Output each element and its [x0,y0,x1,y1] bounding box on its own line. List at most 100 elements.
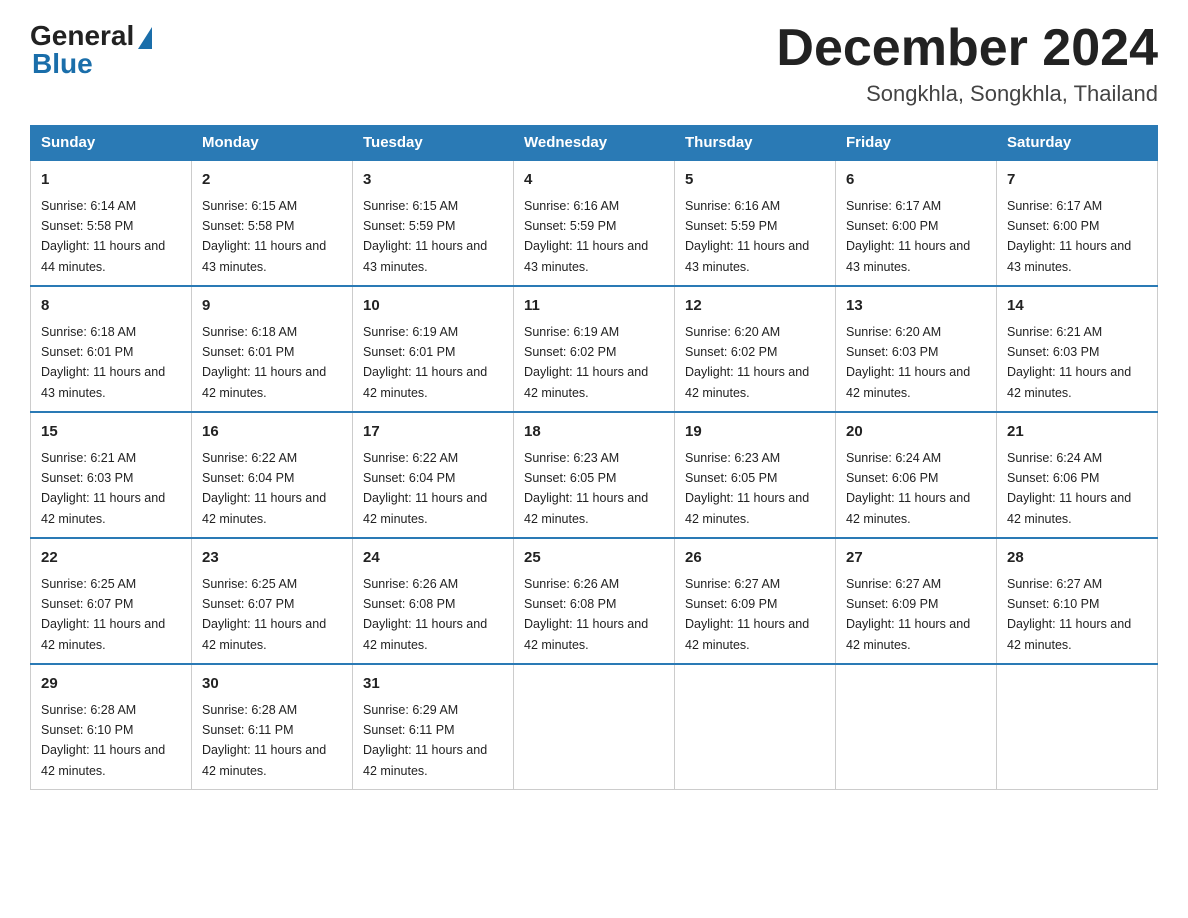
calendar-header-thursday: Thursday [675,126,836,161]
calendar-week-row: 1 Sunrise: 6:14 AMSunset: 5:58 PMDayligh… [31,160,1158,286]
day-number: 21 [1007,421,1147,444]
day-number: 26 [685,547,825,570]
day-info: Sunrise: 6:28 AMSunset: 6:11 PMDaylight:… [202,703,326,778]
calendar-cell: 2 Sunrise: 6:15 AMSunset: 5:58 PMDayligh… [192,160,353,286]
calendar-header-friday: Friday [836,126,997,161]
calendar-week-row: 29 Sunrise: 6:28 AMSunset: 6:10 PMDaylig… [31,664,1158,790]
calendar-cell [836,664,997,790]
calendar-cell: 15 Sunrise: 6:21 AMSunset: 6:03 PMDaylig… [31,412,192,538]
day-number: 22 [41,547,181,570]
day-info: Sunrise: 6:16 AMSunset: 5:59 PMDaylight:… [685,199,809,274]
day-number: 6 [846,169,986,192]
day-info: Sunrise: 6:27 AMSunset: 6:09 PMDaylight:… [685,577,809,652]
calendar-cell: 19 Sunrise: 6:23 AMSunset: 6:05 PMDaylig… [675,412,836,538]
day-info: Sunrise: 6:23 AMSunset: 6:05 PMDaylight:… [524,451,648,526]
calendar-cell: 23 Sunrise: 6:25 AMSunset: 6:07 PMDaylig… [192,538,353,664]
calendar-header-monday: Monday [192,126,353,161]
page-header: General Blue December 2024 Songkhla, Son… [30,20,1158,107]
calendar-cell [675,664,836,790]
calendar-cell: 30 Sunrise: 6:28 AMSunset: 6:11 PMDaylig… [192,664,353,790]
logo-blue-text: Blue [30,48,93,80]
day-number: 17 [363,421,503,444]
calendar-cell: 8 Sunrise: 6:18 AMSunset: 6:01 PMDayligh… [31,286,192,412]
day-number: 18 [524,421,664,444]
day-info: Sunrise: 6:20 AMSunset: 6:02 PMDaylight:… [685,325,809,400]
calendar-cell: 20 Sunrise: 6:24 AMSunset: 6:06 PMDaylig… [836,412,997,538]
calendar-cell: 4 Sunrise: 6:16 AMSunset: 5:59 PMDayligh… [514,160,675,286]
calendar-cell: 9 Sunrise: 6:18 AMSunset: 6:01 PMDayligh… [192,286,353,412]
day-number: 4 [524,169,664,192]
calendar-cell: 3 Sunrise: 6:15 AMSunset: 5:59 PMDayligh… [353,160,514,286]
day-number: 2 [202,169,342,192]
calendar-week-row: 15 Sunrise: 6:21 AMSunset: 6:03 PMDaylig… [31,412,1158,538]
day-info: Sunrise: 6:19 AMSunset: 6:02 PMDaylight:… [524,325,648,400]
day-info: Sunrise: 6:21 AMSunset: 6:03 PMDaylight:… [41,451,165,526]
day-info: Sunrise: 6:15 AMSunset: 5:59 PMDaylight:… [363,199,487,274]
calendar-cell: 28 Sunrise: 6:27 AMSunset: 6:10 PMDaylig… [997,538,1158,664]
day-info: Sunrise: 6:26 AMSunset: 6:08 PMDaylight:… [363,577,487,652]
day-number: 29 [41,673,181,696]
day-info: Sunrise: 6:25 AMSunset: 6:07 PMDaylight:… [41,577,165,652]
day-number: 30 [202,673,342,696]
logo: General Blue [30,20,152,80]
calendar-table: SundayMondayTuesdayWednesdayThursdayFrid… [30,125,1158,790]
month-title: December 2024 [776,20,1158,77]
day-number: 24 [363,547,503,570]
calendar-cell [514,664,675,790]
day-info: Sunrise: 6:27 AMSunset: 6:10 PMDaylight:… [1007,577,1131,652]
day-info: Sunrise: 6:24 AMSunset: 6:06 PMDaylight:… [1007,451,1131,526]
location-title: Songkhla, Songkhla, Thailand [776,81,1158,107]
calendar-header-tuesday: Tuesday [353,126,514,161]
calendar-cell: 21 Sunrise: 6:24 AMSunset: 6:06 PMDaylig… [997,412,1158,538]
day-info: Sunrise: 6:16 AMSunset: 5:59 PMDaylight:… [524,199,648,274]
title-block: December 2024 Songkhla, Songkhla, Thaila… [776,20,1158,107]
day-info: Sunrise: 6:27 AMSunset: 6:09 PMDaylight:… [846,577,970,652]
day-number: 28 [1007,547,1147,570]
calendar-cell: 22 Sunrise: 6:25 AMSunset: 6:07 PMDaylig… [31,538,192,664]
day-info: Sunrise: 6:24 AMSunset: 6:06 PMDaylight:… [846,451,970,526]
calendar-header-row: SundayMondayTuesdayWednesdayThursdayFrid… [31,126,1158,161]
day-info: Sunrise: 6:22 AMSunset: 6:04 PMDaylight:… [202,451,326,526]
calendar-cell: 26 Sunrise: 6:27 AMSunset: 6:09 PMDaylig… [675,538,836,664]
calendar-cell: 29 Sunrise: 6:28 AMSunset: 6:10 PMDaylig… [31,664,192,790]
calendar-cell: 10 Sunrise: 6:19 AMSunset: 6:01 PMDaylig… [353,286,514,412]
calendar-header-wednesday: Wednesday [514,126,675,161]
day-info: Sunrise: 6:28 AMSunset: 6:10 PMDaylight:… [41,703,165,778]
calendar-header-sunday: Sunday [31,126,192,161]
calendar-cell: 12 Sunrise: 6:20 AMSunset: 6:02 PMDaylig… [675,286,836,412]
day-info: Sunrise: 6:22 AMSunset: 6:04 PMDaylight:… [363,451,487,526]
calendar-cell: 14 Sunrise: 6:21 AMSunset: 6:03 PMDaylig… [997,286,1158,412]
day-number: 19 [685,421,825,444]
day-number: 15 [41,421,181,444]
calendar-cell: 17 Sunrise: 6:22 AMSunset: 6:04 PMDaylig… [353,412,514,538]
day-info: Sunrise: 6:23 AMSunset: 6:05 PMDaylight:… [685,451,809,526]
day-number: 5 [685,169,825,192]
calendar-week-row: 8 Sunrise: 6:18 AMSunset: 6:01 PMDayligh… [31,286,1158,412]
day-info: Sunrise: 6:18 AMSunset: 6:01 PMDaylight:… [41,325,165,400]
calendar-cell: 27 Sunrise: 6:27 AMSunset: 6:09 PMDaylig… [836,538,997,664]
calendar-cell: 24 Sunrise: 6:26 AMSunset: 6:08 PMDaylig… [353,538,514,664]
day-number: 7 [1007,169,1147,192]
calendar-cell: 18 Sunrise: 6:23 AMSunset: 6:05 PMDaylig… [514,412,675,538]
day-number: 20 [846,421,986,444]
day-number: 14 [1007,295,1147,318]
calendar-cell: 25 Sunrise: 6:26 AMSunset: 6:08 PMDaylig… [514,538,675,664]
day-number: 1 [41,169,181,192]
calendar-cell: 31 Sunrise: 6:29 AMSunset: 6:11 PMDaylig… [353,664,514,790]
day-number: 25 [524,547,664,570]
day-info: Sunrise: 6:18 AMSunset: 6:01 PMDaylight:… [202,325,326,400]
day-number: 8 [41,295,181,318]
calendar-cell: 7 Sunrise: 6:17 AMSunset: 6:00 PMDayligh… [997,160,1158,286]
day-number: 11 [524,295,664,318]
day-number: 12 [685,295,825,318]
calendar-cell: 6 Sunrise: 6:17 AMSunset: 6:00 PMDayligh… [836,160,997,286]
day-number: 10 [363,295,503,318]
day-info: Sunrise: 6:21 AMSunset: 6:03 PMDaylight:… [1007,325,1131,400]
day-info: Sunrise: 6:14 AMSunset: 5:58 PMDaylight:… [41,199,165,274]
day-number: 27 [846,547,986,570]
day-number: 31 [363,673,503,696]
calendar-cell: 11 Sunrise: 6:19 AMSunset: 6:02 PMDaylig… [514,286,675,412]
logo-triangle-icon [138,27,152,49]
calendar-cell [997,664,1158,790]
day-info: Sunrise: 6:19 AMSunset: 6:01 PMDaylight:… [363,325,487,400]
